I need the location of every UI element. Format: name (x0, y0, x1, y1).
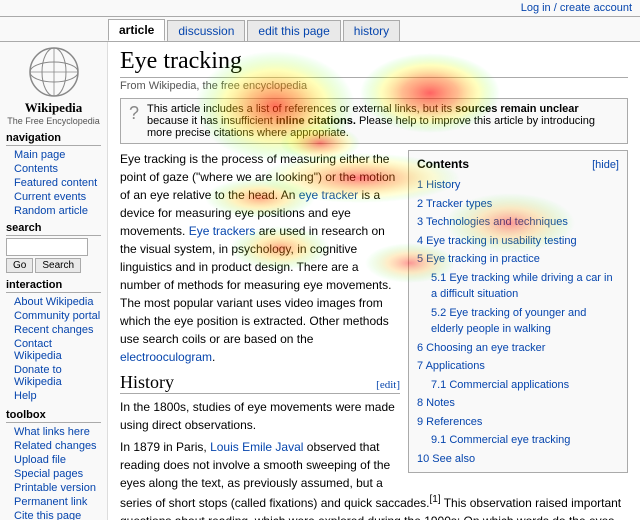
sidebar-item-cite[interactable]: Cite this page (6, 509, 101, 520)
page-subtitle: From Wikipedia, the free encyclopedia (120, 80, 628, 92)
sidebar-item-recent[interactable]: Recent changes (6, 323, 101, 337)
contents-link-52[interactable]: 5.2 Eye tracking of younger and elderly … (431, 307, 586, 336)
search-input[interactable] (6, 238, 88, 256)
sidebar-item-upload[interactable]: Upload file (6, 453, 101, 467)
tab-edit[interactable]: edit this page (247, 20, 340, 41)
contents-link-7[interactable]: 7 Applications (417, 360, 485, 372)
contents-item: 6 Choosing an eye tracker (417, 339, 619, 358)
contents-hide-link[interactable]: [hide] (592, 157, 619, 174)
contents-link-6[interactable]: 6 Choosing an eye tracker (417, 342, 545, 354)
warning-icon: ? (129, 103, 139, 124)
sidebar-item-random[interactable]: Random article (6, 204, 101, 218)
sidebar-item-current[interactable]: Current events (6, 190, 101, 204)
search-section: search Go Search (6, 222, 101, 273)
contents-link-51[interactable]: 5.1 Eye tracking while driving a car in … (431, 272, 613, 301)
sidebar-item-featured[interactable]: Featured content (6, 176, 101, 190)
sidebar-logo: Wikipedia The Free Encyclopedia (6, 46, 101, 126)
toolbox-section: toolbox What links here Related changes … (6, 409, 101, 520)
sidebar-item-contact[interactable]: Contact Wikipedia (6, 337, 101, 363)
search-buttons: Go Search (6, 258, 101, 273)
sidebar-item-donate[interactable]: Donate to Wikipedia (6, 363, 101, 389)
main-layout: Wikipedia The Free Encyclopedia navigati… (0, 42, 640, 520)
search-button[interactable]: Search (35, 258, 81, 273)
sidebar-item-about[interactable]: About Wikipedia (6, 295, 101, 309)
page-title: Eye tracking (120, 48, 628, 78)
go-button[interactable]: Go (6, 258, 33, 273)
sidebar-item-contents[interactable]: Contents (6, 162, 101, 176)
logo-title: Wikipedia (6, 100, 101, 116)
eye-trackers-link[interactable]: Eye trackers (189, 224, 256, 238)
sidebar-item-special[interactable]: Special pages (6, 467, 101, 481)
contents-link-3[interactable]: 3 Technologies and techniques (417, 216, 568, 228)
interaction-section: interaction About Wikipedia Community po… (6, 279, 101, 403)
content-area: Eye tracking From Wikipedia, the free en… (108, 42, 640, 520)
tab-history[interactable]: history (343, 20, 400, 41)
contents-item: 2 Tracker types (417, 195, 619, 214)
sidebar-item-printable[interactable]: Printable version (6, 481, 101, 495)
sidebar: Wikipedia The Free Encyclopedia navigati… (0, 42, 108, 520)
nav-title: navigation (6, 132, 101, 146)
article-body: Contents [hide] 1 History 2 Tracker type… (120, 150, 628, 366)
history-p1: In the 1800s, studies of eye movements w… (120, 398, 628, 434)
contents-link-5[interactable]: 5 Eye tracking in practice (417, 253, 540, 265)
contents-item: 5.2 Eye tracking of younger and elderly … (417, 304, 619, 339)
tab-article[interactable]: article (108, 19, 165, 41)
nav-section: navigation Main page Contents Featured c… (6, 132, 101, 218)
contents-link-71[interactable]: 7.1 Commercial applications (431, 379, 569, 391)
warning-box: ? This article includes a list of refere… (120, 98, 628, 144)
history-heading-text: History (120, 372, 174, 393)
sidebar-item-whatlinks[interactable]: What links here (6, 425, 101, 439)
top-bar: Log in / create account (0, 0, 640, 17)
history-edit-link[interactable]: [edit] (376, 379, 400, 391)
history-heading: History [edit] (120, 372, 400, 394)
history-text: In the 1800s, studies of eye movements w… (120, 398, 628, 520)
contents-link-2[interactable]: 2 Tracker types (417, 198, 492, 210)
contents-title: Contents (417, 155, 469, 173)
sidebar-item-permanent[interactable]: Permanent link (6, 495, 101, 509)
login-link[interactable]: Log in / create account (521, 2, 632, 14)
contents-item: 5.1 Eye tracking while driving a car in … (417, 269, 619, 304)
contents-item: 7.1 Commercial applications (417, 376, 619, 395)
history-p2: In 1879 in Paris, Louis Emile Javal obse… (120, 438, 628, 520)
interaction-title: interaction (6, 279, 101, 293)
electrooculogram-link[interactable]: electrooculogram (120, 350, 212, 364)
tab-discussion[interactable]: discussion (167, 20, 245, 41)
contents-item: 7 Applications (417, 357, 619, 376)
eye-tracker-link[interactable]: eye tracker (299, 188, 358, 202)
warning-text: This article includes a list of referenc… (147, 103, 619, 139)
tabs-bar: article discussion edit this page histor… (0, 17, 640, 42)
logo-subtitle: The Free Encyclopedia (6, 116, 101, 126)
javal-link[interactable]: Louis Emile Javal (210, 440, 303, 454)
wikipedia-logo-icon (28, 46, 80, 98)
toolbox-title: toolbox (6, 409, 101, 423)
contents-item: 5 Eye tracking in practice (417, 250, 619, 269)
sidebar-item-main-page[interactable]: Main page (6, 148, 101, 162)
contents-link-4[interactable]: 4 Eye tracking in usability testing (417, 235, 577, 247)
sidebar-item-related-changes[interactable]: Related changes (6, 439, 101, 453)
search-title: search (6, 222, 101, 236)
contents-item: 3 Technologies and techniques (417, 213, 619, 232)
contents-link-1[interactable]: 1 History (417, 179, 460, 191)
sidebar-item-help[interactable]: Help (6, 389, 101, 403)
sidebar-item-community[interactable]: Community portal (6, 309, 101, 323)
contents-item: 4 Eye tracking in usability testing (417, 232, 619, 251)
contents-item: 1 History (417, 176, 619, 195)
